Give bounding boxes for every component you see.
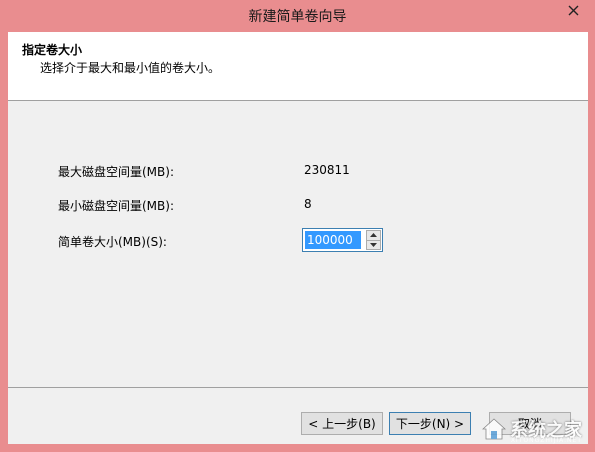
page-subtitle: 选择介于最大和最小值的卷大小。 xyxy=(40,61,221,75)
close-icon xyxy=(568,5,578,16)
decrement-button[interactable] xyxy=(366,240,381,250)
site-watermark: 系统之家 XITONGZHIJIA.NET xyxy=(482,416,582,444)
stepper-buttons xyxy=(366,230,381,250)
min-space-value: 8 xyxy=(304,197,312,211)
footer-divider xyxy=(8,387,588,388)
volume-size-input[interactable] xyxy=(305,231,361,249)
watermark-subtext: XITONGZHIJIA.NET xyxy=(510,437,582,444)
max-space-value: 230811 xyxy=(304,163,350,177)
volume-size-label: 简单卷大小(MB)(S): xyxy=(58,235,167,249)
close-button[interactable] xyxy=(556,0,590,21)
wizard-window: 新建简单卷向导 指定卷大小 选择介于最大和最小值的卷大小。 最大磁盘空间量(MB… xyxy=(0,0,595,452)
max-space-label: 最大磁盘空间量(MB): xyxy=(58,165,174,179)
title-bar[interactable]: 新建简单卷向导 xyxy=(0,0,595,32)
window-title: 新建简单卷向导 xyxy=(248,9,347,25)
min-space-label: 最小磁盘空间量(MB): xyxy=(58,199,174,213)
arrow-down-icon xyxy=(370,242,377,247)
page-title: 指定卷大小 xyxy=(22,43,83,57)
wizard-header: 指定卷大小 选择介于最大和最小值的卷大小。 xyxy=(8,32,588,101)
wizard-body: 指定卷大小 选择介于最大和最小值的卷大小。 最大磁盘空间量(MB): 23081… xyxy=(8,32,588,444)
volume-size-stepper[interactable] xyxy=(302,228,383,252)
next-button[interactable]: 下一步(N) > xyxy=(389,412,471,435)
back-button[interactable]: < 上一步(B) xyxy=(301,412,383,435)
arrow-up-icon xyxy=(370,233,377,238)
increment-button[interactable] xyxy=(366,230,381,241)
house-logo-icon xyxy=(482,418,506,440)
